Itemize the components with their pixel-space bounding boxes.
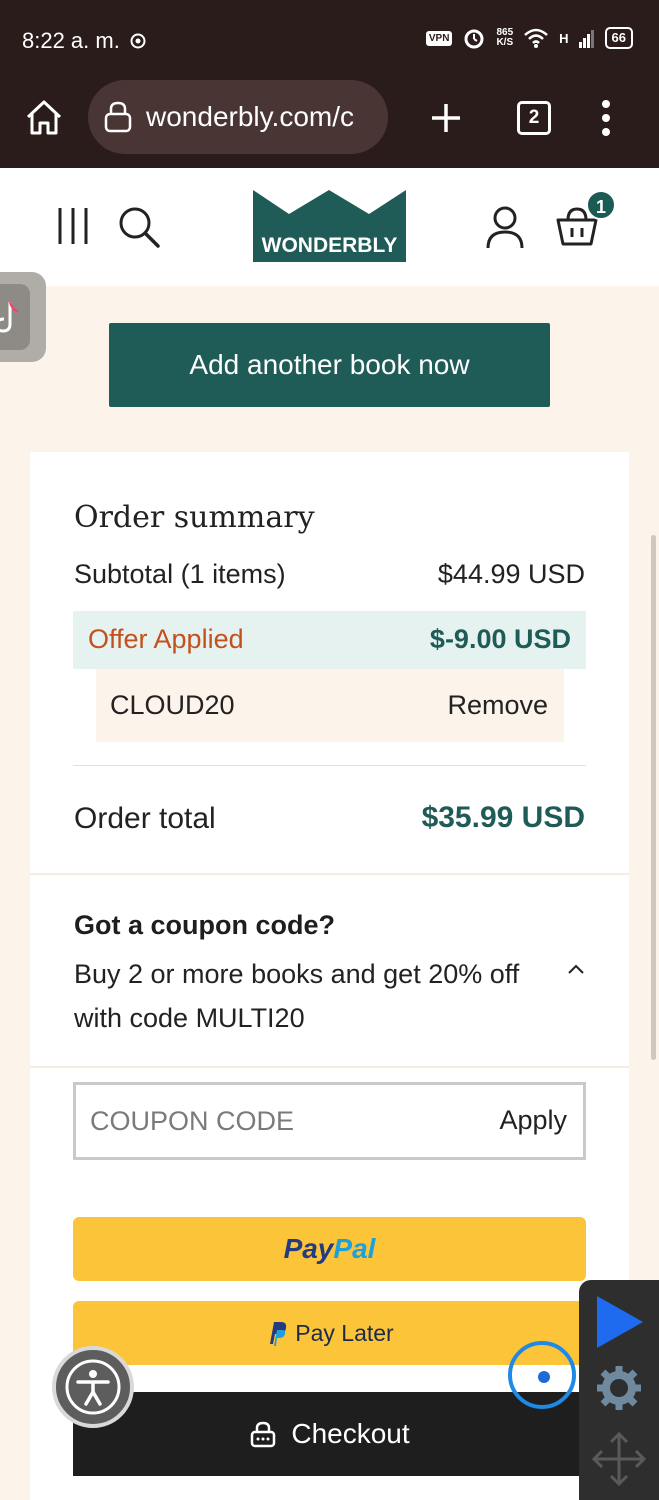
search-icon[interactable] xyxy=(116,204,162,250)
paypal-p-icon xyxy=(270,1322,287,1346)
url-text: wonderbly.com/c xyxy=(146,101,355,132)
tiktok-icon xyxy=(0,284,30,350)
alarm-icon xyxy=(464,29,484,49)
coupon-heading: Got a coupon code? xyxy=(74,910,335,940)
paypal-logo-pal: Pal xyxy=(333,1233,376,1264)
coupon-code-input[interactable] xyxy=(90,1101,450,1141)
vpn-badge: VPN xyxy=(425,30,453,46)
play-icon[interactable] xyxy=(593,1294,647,1350)
apply-coupon-button[interactable]: Apply xyxy=(499,1105,567,1136)
screen-record-button[interactable] xyxy=(508,1341,576,1409)
order-total-label: Order total xyxy=(74,802,216,835)
home-icon[interactable] xyxy=(24,98,64,138)
more-menu-icon[interactable] xyxy=(598,98,614,138)
divider xyxy=(73,765,586,766)
subtotal-value: $44.99 USD xyxy=(437,559,585,589)
gear-icon[interactable] xyxy=(595,1364,643,1412)
battery-indicator: 66 xyxy=(604,27,633,49)
address-bar[interactable]: wonderbly.com/c xyxy=(88,80,388,154)
add-another-book-button[interactable]: Add another book now xyxy=(109,323,550,407)
record-dot-icon xyxy=(538,1371,550,1383)
pay-later-label: Pay Later xyxy=(295,1319,394,1346)
paypal-logo-pay: Pay xyxy=(283,1233,334,1264)
accessibility-button[interactable] xyxy=(52,1346,134,1428)
lock-icon xyxy=(251,1421,276,1448)
cart-count-badge: 1 xyxy=(586,190,616,220)
page-scrollbar[interactable] xyxy=(651,535,656,1060)
offer-discount-value: $-9.00 USD xyxy=(429,624,571,654)
move-icon[interactable] xyxy=(591,1430,647,1488)
offer-applied-label: Offer Applied xyxy=(88,624,244,654)
order-total-value: $35.99 USD xyxy=(421,801,585,834)
tiktok-note-icon xyxy=(0,301,19,333)
section-divider xyxy=(30,873,629,875)
chevron-up-icon[interactable] xyxy=(566,962,586,976)
tiktok-floating-widget[interactable] xyxy=(0,272,46,362)
network-speed: 865 K/S xyxy=(496,28,513,48)
signal-icon xyxy=(578,30,594,48)
recorder-side-panel xyxy=(579,1280,659,1500)
wifi-icon xyxy=(524,28,548,48)
tab-switcher-button[interactable]: 2 xyxy=(517,101,551,135)
coupon-field: Apply xyxy=(73,1082,586,1160)
speed-unit: K/S xyxy=(496,37,514,48)
logo-text: WONDERBLY xyxy=(261,234,398,257)
new-tab-icon[interactable] xyxy=(428,100,464,136)
order-summary-title: Order summary xyxy=(74,500,315,535)
remove-code-link[interactable]: Remove xyxy=(447,690,548,721)
paypal-button[interactable]: Pay Pal xyxy=(73,1217,586,1281)
menu-icon[interactable] xyxy=(56,206,90,246)
status-bar: 8:22 a. m. VPN 865 K/S H 66 xyxy=(0,0,659,80)
paypal-pay-later-button[interactable]: Pay Later xyxy=(73,1301,586,1365)
subtotal-label: Subtotal (1 items) xyxy=(74,559,286,589)
network-type: H xyxy=(559,30,569,46)
section-divider xyxy=(30,1066,629,1068)
accessibility-icon xyxy=(65,1359,121,1415)
checkout-label: Checkout xyxy=(291,1418,410,1449)
coupon-promo-text: Buy 2 or more books and get 20% off with… xyxy=(74,959,520,1033)
wonderbly-logo[interactable]: WONDERBLY xyxy=(251,188,408,264)
soccer-ball-icon xyxy=(130,33,146,49)
account-icon[interactable] xyxy=(484,204,526,250)
lock-icon[interactable] xyxy=(103,100,133,134)
checkout-button[interactable]: Checkout xyxy=(73,1392,586,1476)
status-time: 8:22 a. m. xyxy=(22,28,120,53)
status-icons: VPN 865 K/S H 66 xyxy=(425,26,633,50)
browser-toolbar: wonderbly.com/c 2 xyxy=(0,80,659,168)
applied-code: CLOUD20 xyxy=(110,690,235,720)
